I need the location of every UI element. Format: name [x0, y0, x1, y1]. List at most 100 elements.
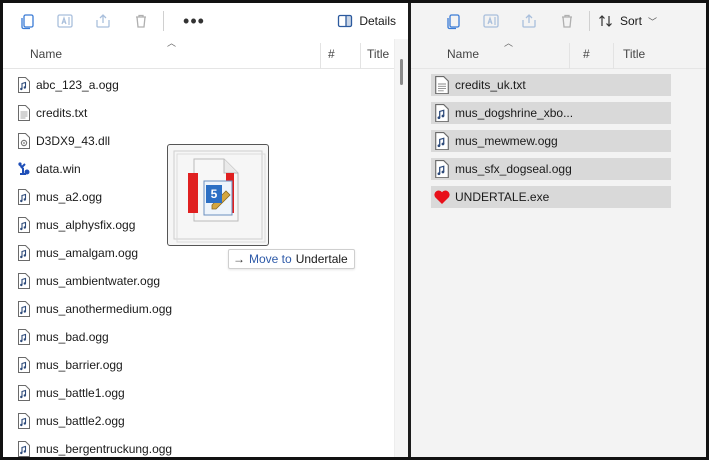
file-row[interactable]: data.win [17, 158, 81, 180]
drag-target: Undertale [295, 252, 348, 266]
details-pane-button[interactable]: Details [337, 13, 396, 29]
copy-icon [447, 14, 460, 30]
column-name[interactable]: Name [447, 39, 479, 69]
details-label: Details [359, 14, 396, 28]
audio-file-icon [17, 357, 31, 373]
column-number[interactable]: # [328, 39, 335, 69]
text-file-icon [434, 75, 450, 95]
rename-button[interactable] [477, 7, 505, 35]
file-row[interactable]: mus_amalgam.ogg [17, 242, 138, 264]
sort-button[interactable]: Sort ﹀ [598, 13, 657, 29]
right-column-header: ︿ Name # Title [411, 38, 706, 69]
share-icon [522, 14, 536, 28]
file-name: mus_barrier.ogg [36, 358, 123, 372]
drag-preview: 5 [167, 144, 269, 246]
file-row[interactable]: mus_battle1.ogg [17, 382, 125, 404]
audio-file-icon [17, 441, 31, 457]
file-row[interactable]: mus_ambientwater.ogg [17, 270, 160, 292]
share-button[interactable] [515, 7, 543, 35]
file-row[interactable]: mus_anothermedium.ogg [17, 298, 172, 320]
file-name: D3DX9_43.dll [36, 134, 111, 148]
sort-icon [599, 15, 612, 27]
drag-count-badge: 5 [206, 185, 222, 203]
file-row[interactable]: D3DX9_43.dll [17, 130, 110, 152]
file-name: abc_123_a.ogg [36, 78, 119, 92]
file-name: credits_uk.txt [455, 78, 526, 92]
sort-up-icon: ︿ [504, 38, 514, 48]
file-row[interactable]: abc_123_a.ogg [17, 74, 119, 96]
file-row[interactable]: mus_sfx_dogseal.ogg [431, 158, 671, 180]
left-scrollbar[interactable] [394, 39, 408, 457]
delete-button[interactable] [553, 7, 581, 35]
trash-icon [136, 14, 146, 28]
copy-button[interactable] [13, 7, 41, 35]
file-name: data.win [36, 162, 81, 176]
file-name: mus_mewmew.ogg [455, 134, 558, 148]
file-row[interactable]: mus_bad.ogg [17, 326, 109, 348]
chevron-down-icon: ﹀ [648, 16, 658, 27]
rename-icon [483, 14, 499, 28]
audio-file-icon [17, 189, 31, 205]
audio-file-icon [434, 131, 450, 151]
file-name: mus_a2.ogg [36, 190, 103, 204]
share-icon [96, 14, 110, 28]
audio-file-icon [17, 329, 31, 345]
text-file-icon [17, 105, 31, 121]
file-row[interactable]: UNDERTALE.exe [431, 186, 671, 208]
column-divider[interactable] [320, 43, 321, 69]
rename-button[interactable] [51, 7, 79, 35]
dll-file-icon [17, 133, 31, 149]
toolbar-divider [163, 11, 164, 31]
heart-exe-icon [434, 189, 450, 205]
arrow-right-icon: → [233, 252, 245, 266]
file-row[interactable]: mus_barrier.ogg [17, 354, 123, 376]
share-button[interactable] [89, 7, 117, 35]
scrollbar-thumb[interactable] [400, 59, 403, 85]
details-pane-icon [338, 14, 353, 28]
left-toolbar: ••• Details [3, 3, 408, 39]
audio-file-icon [17, 245, 31, 261]
file-row[interactable]: mus_bergentruckung.ogg [17, 438, 172, 457]
more-options-button[interactable]: ••• [180, 11, 208, 31]
column-divider[interactable] [613, 43, 614, 69]
file-name: mus_bad.ogg [36, 330, 109, 344]
trash-icon [562, 14, 572, 28]
file-name: mus_anothermedium.ogg [36, 302, 173, 316]
audio-file-icon [17, 413, 31, 429]
left-column-header: ︿ Name # Title [3, 38, 408, 69]
column-number[interactable]: # [583, 39, 590, 69]
drag-verb: Move to [249, 252, 292, 266]
copy-button[interactable] [439, 7, 467, 35]
column-divider[interactable] [360, 43, 361, 69]
column-title[interactable]: Title [367, 39, 389, 69]
file-row[interactable]: mus_alphysfix.ogg [17, 214, 135, 236]
column-title[interactable]: Title [623, 39, 645, 69]
right-explorer-pane: Sort ﹀ ︿ Name # Title credits_uk.txt mus_… [411, 3, 706, 457]
file-row[interactable]: mus_a2.ogg [17, 186, 102, 208]
file-row[interactable]: mus_mewmew.ogg [431, 130, 671, 152]
audio-file-icon [434, 103, 450, 123]
rename-icon [57, 14, 73, 28]
file-row[interactable]: credits_uk.txt [431, 74, 671, 96]
file-name: mus_bergentruckung.ogg [36, 442, 173, 456]
file-row[interactable]: credits.txt [17, 102, 87, 124]
audio-file-icon [17, 217, 31, 233]
file-name: UNDERTALE.exe [455, 190, 550, 204]
toolbar-divider [589, 11, 590, 31]
data-file-icon [17, 161, 31, 177]
delete-button[interactable] [127, 7, 155, 35]
file-name: mus_battle2.ogg [36, 414, 125, 428]
file-row[interactable]: mus_dogshrine_xbo... [431, 102, 671, 124]
column-name[interactable]: Name [30, 39, 62, 69]
sort-up-icon: ︿ [167, 38, 177, 48]
file-name: mus_ambientwater.ogg [36, 274, 161, 288]
copy-icon [21, 14, 34, 30]
audio-file-icon [17, 273, 31, 289]
right-toolbar: Sort ﹀ [411, 3, 706, 39]
audio-file-icon [17, 301, 31, 317]
column-divider[interactable] [569, 43, 570, 69]
file-row[interactable]: mus_battle2.ogg [17, 410, 125, 432]
audio-file-icon [17, 385, 31, 401]
sort-label: Sort [620, 14, 643, 28]
file-name: mus_sfx_dogseal.ogg [455, 162, 572, 176]
